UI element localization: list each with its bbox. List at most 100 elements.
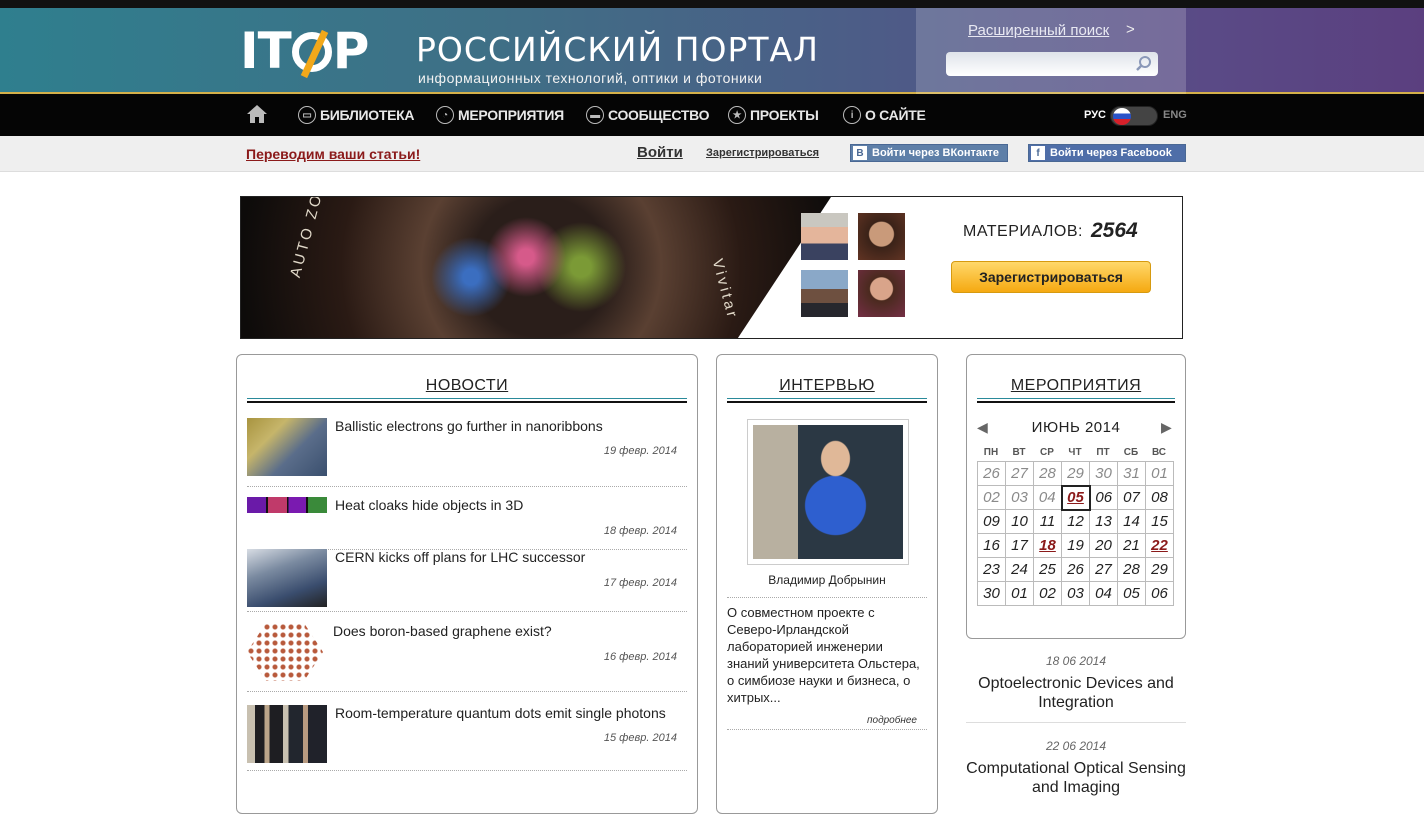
site-title: РОССИЙСКИЙ ПОРТАЛ bbox=[416, 30, 819, 69]
nav-about[interactable]: iО САЙТЕ bbox=[843, 94, 926, 136]
weekday-label: СР bbox=[1040, 447, 1054, 458]
list-item[interactable]: Room-temperature quantum dots emit singl… bbox=[247, 705, 687, 771]
interviewee-name[interactable]: Владимир Добрынин bbox=[717, 573, 937, 587]
russia-flag-icon bbox=[1113, 108, 1131, 125]
calendar-day: 29 bbox=[1145, 557, 1174, 582]
event-title[interactable]: Optoelectronic Devices and Integration bbox=[966, 674, 1186, 712]
nav-projects[interactable]: ★ ПРОЕКТЫ bbox=[728, 94, 819, 136]
site-logo[interactable]: IT P bbox=[240, 22, 369, 80]
nav-events[interactable]: ◔ МЕРОПРИЯТИЯ bbox=[436, 94, 564, 136]
avatar[interactable] bbox=[801, 270, 848, 317]
calendar-day-event[interactable]: 18 bbox=[1033, 533, 1062, 558]
sub-bar: Переводим ваши статьи! Войти Зарегистрир… bbox=[0, 136, 1424, 172]
calendar-day: 01 bbox=[1005, 581, 1034, 606]
news-item-date: 16 февр. 2014 bbox=[603, 651, 677, 663]
news-thumbnail bbox=[247, 705, 327, 763]
news-item-title[interactable]: CERN kicks off plans for LHC successor bbox=[335, 549, 585, 565]
calendar-day: 02 bbox=[1033, 581, 1062, 606]
calendar-day: 20 bbox=[1089, 533, 1118, 558]
event-title[interactable]: Computational Optical Sensing and Imagin… bbox=[966, 759, 1186, 797]
calendar-day: 30 bbox=[1089, 461, 1118, 486]
calendar-day-event[interactable]: 22 bbox=[1145, 533, 1174, 558]
search-icon[interactable] bbox=[1134, 54, 1154, 74]
calendar-day: 25 bbox=[1033, 557, 1062, 582]
list-item[interactable]: Does boron-based graphene exist? 16 февр… bbox=[247, 623, 687, 692]
vk-icon: B bbox=[853, 146, 867, 160]
read-more-link[interactable]: подробнее bbox=[867, 715, 917, 726]
next-month-icon[interactable]: ▶ bbox=[1161, 419, 1172, 436]
news-item-title[interactable]: Ballistic electrons go further in nanori… bbox=[335, 418, 603, 434]
calendar-grid: 26 27 28 29 30 31 01 02 03 04 05 06 07 0… bbox=[977, 461, 1174, 606]
calendar-day: 29 bbox=[1061, 461, 1090, 486]
materials-label: МАТЕРИАЛОВ: bbox=[963, 223, 1083, 240]
calendar-day: 23 bbox=[977, 557, 1006, 582]
news-thumbnail bbox=[247, 549, 327, 607]
vk-login-button[interactable]: B Войти через ВКонтакте bbox=[850, 144, 1008, 162]
calendar-day: 02 bbox=[977, 485, 1006, 510]
calendar-day: 04 bbox=[1033, 485, 1062, 510]
news-item-title[interactable]: Does boron-based graphene exist? bbox=[333, 623, 552, 639]
calendar-day: 28 bbox=[1117, 557, 1146, 582]
events-title[interactable]: МЕРОПРИЯТИЯ bbox=[967, 377, 1185, 395]
calendar-day: 17 bbox=[1005, 533, 1034, 558]
facebook-login-button[interactable]: f Войти через Facebook bbox=[1028, 144, 1186, 162]
site-subtitle: информационных технологий, оптики и фото… bbox=[418, 70, 763, 86]
avatar[interactable] bbox=[801, 213, 848, 260]
interview-summary: О совместном проекте с Северо-Ирландской… bbox=[727, 605, 920, 705]
materials-count: 2564 bbox=[1091, 219, 1138, 242]
calendar-day: 11 bbox=[1033, 509, 1062, 534]
lang-eng[interactable]: ENG bbox=[1163, 94, 1187, 136]
weekday-label: ПН bbox=[983, 447, 999, 458]
info-icon: i bbox=[843, 106, 861, 124]
list-item[interactable]: Ballistic electrons go further in nanori… bbox=[247, 418, 687, 487]
register-link[interactable]: Зарегистрироваться bbox=[706, 147, 819, 159]
calendar-day: 24 bbox=[1005, 557, 1034, 582]
news-thumbnail bbox=[247, 623, 323, 681]
avatar[interactable] bbox=[858, 213, 905, 260]
interview-title[interactable]: ИНТЕРВЬЮ bbox=[717, 377, 937, 395]
divider bbox=[727, 398, 927, 403]
list-item[interactable]: CERN kicks off plans for LHC successor 1… bbox=[247, 549, 687, 612]
calendar-day: 28 bbox=[1033, 461, 1062, 486]
weekday-label: ПТ bbox=[1096, 447, 1110, 458]
calendar-day: 21 bbox=[1117, 533, 1146, 558]
weekday-label: СБ bbox=[1123, 447, 1139, 458]
facebook-icon: f bbox=[1031, 146, 1045, 160]
advanced-search-link[interactable]: Расширенный поиск bbox=[968, 22, 1109, 39]
calendar-day: 15 bbox=[1145, 509, 1174, 534]
camera-lens-image bbox=[241, 197, 831, 338]
prev-month-icon[interactable]: ◀ bbox=[977, 419, 988, 436]
news-title[interactable]: НОВОСТИ bbox=[237, 377, 697, 395]
interview-photo[interactable] bbox=[747, 419, 909, 565]
news-item-title[interactable]: Room-temperature quantum dots emit singl… bbox=[335, 705, 666, 721]
nav-library-label: БИБЛИОТЕКА bbox=[320, 107, 415, 123]
calendar-day: 26 bbox=[1061, 557, 1090, 582]
search-input[interactable] bbox=[946, 52, 1158, 76]
nav-projects-label: ПРОЕКТЫ bbox=[750, 107, 819, 123]
home-icon[interactable] bbox=[246, 104, 268, 124]
calendar-day: 30 bbox=[977, 581, 1006, 606]
divider bbox=[727, 597, 927, 598]
calendar-day: 27 bbox=[1005, 461, 1034, 486]
login-link[interactable]: Войти bbox=[637, 144, 683, 161]
calendar-day: 12 bbox=[1061, 509, 1090, 534]
language-toggle[interactable] bbox=[1110, 106, 1158, 126]
divider bbox=[727, 729, 927, 730]
avatar[interactable] bbox=[858, 270, 905, 317]
event-item[interactable]: 22 06 2014 Computational Optical Sensing… bbox=[966, 739, 1186, 797]
divider bbox=[966, 722, 1186, 723]
news-panel: НОВОСТИ Ballistic electrons go further i… bbox=[236, 354, 698, 814]
weekday-label: ВТ bbox=[1012, 447, 1026, 458]
nav-about-label: О САЙТЕ bbox=[865, 107, 926, 123]
list-item[interactable]: Heat cloaks hide objects in 3D 18 февр. … bbox=[247, 497, 687, 550]
translate-articles-link[interactable]: Переводим ваши статьи! bbox=[246, 146, 420, 162]
nav-community[interactable]: ▬ СООБЩЕСТВО bbox=[586, 94, 709, 136]
register-button[interactable]: Зарегистрироваться bbox=[951, 261, 1151, 293]
nav-library[interactable]: ▭ БИБЛИОТЕКА bbox=[298, 94, 414, 136]
event-item[interactable]: 18 06 2014 Optoelectronic Devices and In… bbox=[966, 654, 1186, 712]
calendar-day: 01 bbox=[1145, 461, 1174, 486]
lang-rus[interactable]: РУС bbox=[1084, 94, 1106, 136]
news-item-title[interactable]: Heat cloaks hide objects in 3D bbox=[335, 497, 523, 513]
calendar-day-today[interactable]: 05 bbox=[1060, 484, 1091, 511]
calendar-day: 10 bbox=[1005, 509, 1034, 534]
